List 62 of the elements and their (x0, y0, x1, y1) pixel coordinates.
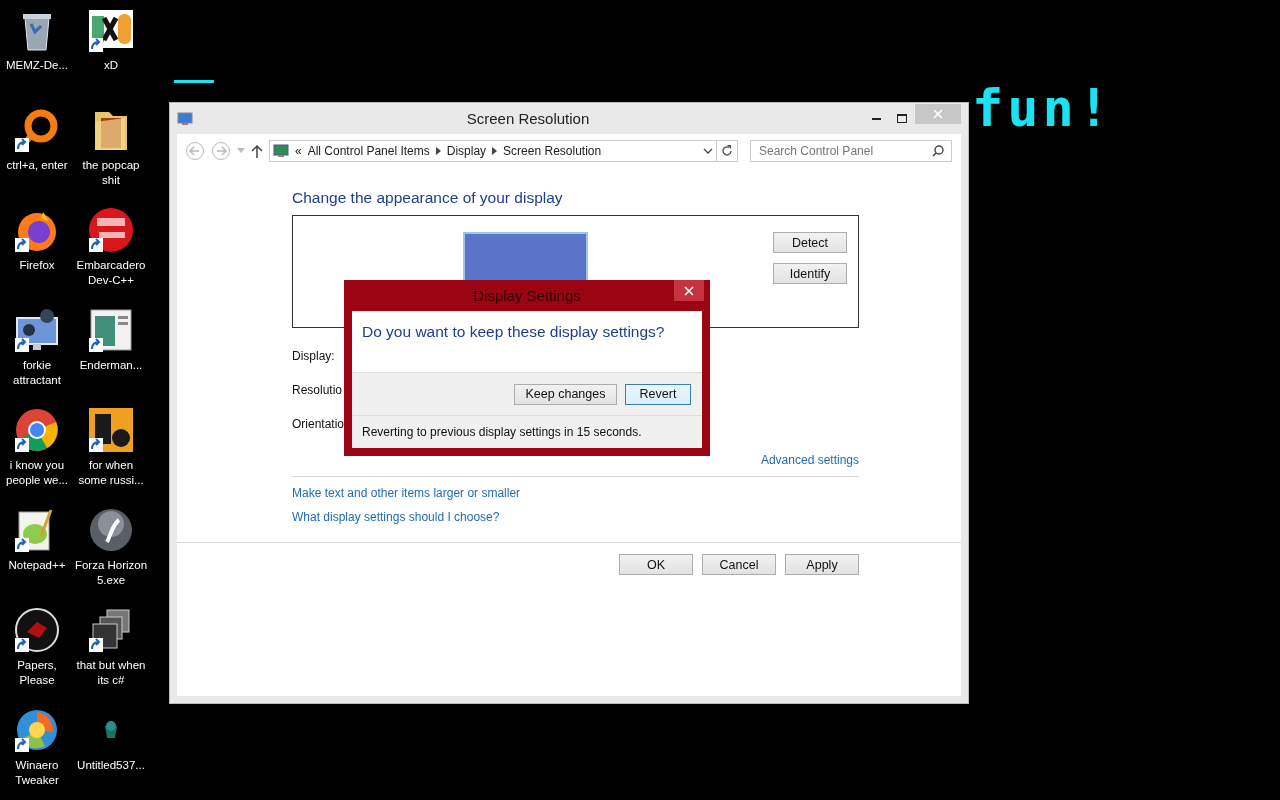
icon-label[interactable]: i know you people we... (0, 458, 74, 488)
chevron-icon (492, 146, 498, 155)
maximize-icon (897, 113, 907, 124)
close-icon (684, 285, 694, 296)
refresh-button[interactable] (716, 139, 738, 162)
window-title: Screen Resolution (465, 110, 591, 127)
browser-icon[interactable] (13, 406, 61, 454)
app-icon (177, 111, 193, 126)
sphere-icon[interactable] (87, 506, 135, 554)
icon-label[interactable]: for when some russi... (74, 458, 148, 488)
icon-label[interactable]: Enderman... (74, 358, 148, 373)
icon-label[interactable]: Forza Horizon 5.exe (74, 558, 148, 588)
search-icon (932, 144, 944, 157)
field-label: Display: (292, 349, 335, 363)
icon-label[interactable]: Firefox (0, 258, 74, 273)
field-label: Orientatio (292, 417, 345, 431)
banner-text: fun! (972, 78, 1114, 138)
advanced-settings-link[interactable]: Advanced settings (760, 453, 859, 467)
close-icon (933, 108, 943, 119)
address-bar[interactable]: « All Control Panel Items Display Screen Resolution (269, 139, 717, 162)
up-arrow-icon[interactable] (251, 143, 263, 158)
dialog-button[interactable]: Cancel (702, 554, 776, 575)
breadcrumb-overflow[interactable]: « (295, 143, 302, 158)
countdown-text: Reverting to previous display settings in 15 seconds. (352, 416, 702, 448)
page-heading: Change the appearance of your display (292, 189, 564, 207)
dialog-button[interactable]: OK (619, 554, 693, 575)
seal-icon[interactable] (13, 606, 61, 654)
close-button[interactable] (674, 280, 704, 301)
help-link[interactable]: What display settings should I choose? (292, 510, 500, 524)
search-field[interactable]: Search Control Panel (750, 139, 952, 162)
icon-label[interactable]: ctrl+a, enter (0, 158, 74, 173)
icon-label[interactable]: xD (74, 58, 148, 73)
refresh-icon (721, 144, 733, 157)
icon-label[interactable]: that but when its c# (74, 658, 148, 688)
window-icon[interactable] (87, 306, 135, 354)
revert-button[interactable]: Revert (625, 383, 691, 405)
app-tile-icon[interactable] (87, 406, 135, 454)
icon-label[interactable]: Untitled537... (74, 758, 148, 773)
icon-label[interactable]: Papers, Please (0, 658, 74, 688)
icon-label[interactable]: Embarcadero Dev-C++ (74, 258, 148, 288)
icon-label[interactable]: Winaero Tweaker (0, 758, 74, 788)
monitor-button[interactable]: Detect (773, 232, 847, 253)
breadcrumb[interactable]: All Control Panel Items (307, 143, 430, 158)
dropdown-caret-icon[interactable] (703, 147, 713, 154)
dialog-button[interactable]: Apply (785, 554, 859, 575)
dialog-question: Do you want to keep these display settings? (352, 311, 702, 372)
help-link[interactable]: Make text and other items larger or smaller (292, 486, 521, 500)
ball-icon[interactable] (87, 206, 135, 254)
breadcrumb[interactable]: Screen Resolution (503, 143, 602, 158)
icon-label[interactable]: the popcap shit (74, 158, 148, 188)
monitor-gear-icon[interactable] (13, 306, 61, 354)
breadcrumb[interactable]: Display (446, 143, 487, 158)
icon-label[interactable]: Notepad++ (0, 558, 74, 573)
keep-changes-button[interactable]: Keep changes (514, 383, 617, 405)
dialog-title: Display Settings (473, 287, 581, 304)
field-label: Resolutio (292, 383, 343, 397)
control-panel-icon (273, 143, 289, 158)
minimize-icon (871, 117, 881, 120)
monitor-button[interactable]: Identify (773, 263, 847, 284)
chevron-icon (435, 146, 441, 155)
icon-label[interactable]: forkie attractant (0, 358, 74, 388)
icon-label[interactable]: MEMZ-De... (0, 58, 74, 73)
